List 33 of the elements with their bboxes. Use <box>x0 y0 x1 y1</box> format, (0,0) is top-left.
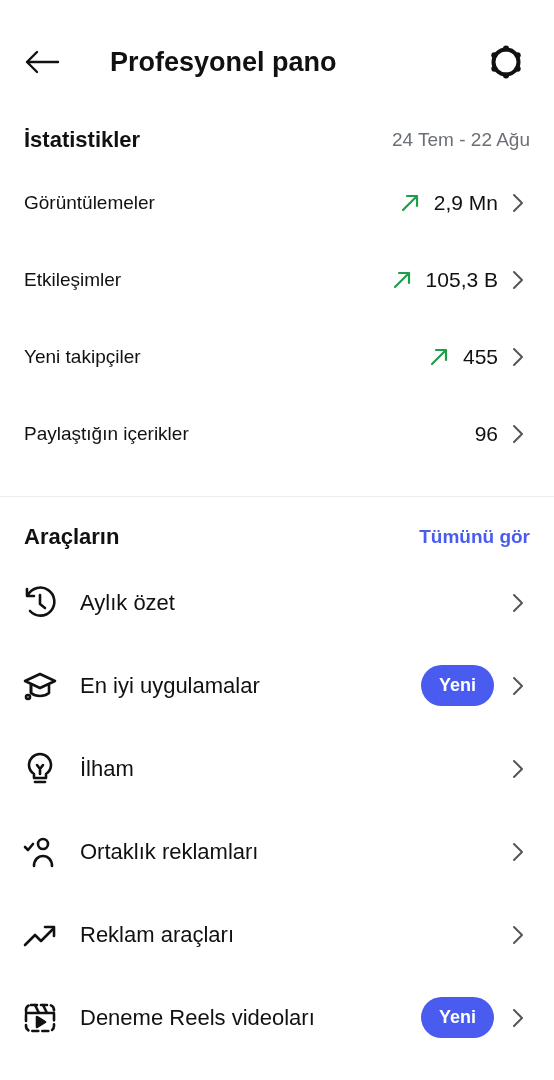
tool-label: En iyi uygulamalar <box>80 672 261 699</box>
stat-value: 455 <box>462 344 498 369</box>
back-icon[interactable] <box>24 50 60 74</box>
tool-label: Reklam araçları <box>80 921 236 948</box>
settings-icon[interactable] <box>488 44 524 80</box>
chevron-icon[interactable] <box>512 592 524 613</box>
stat-value: 2,9 Mn <box>433 190 498 215</box>
new-badge: Yeni <box>420 997 494 1038</box>
chevron-icon[interactable] <box>512 758 524 779</box>
stat-label: Yeni takipçiler <box>24 345 142 368</box>
tool-label: Ortaklık reklamları <box>80 838 260 865</box>
stat-label: Paylaştığın içerikler <box>24 422 190 445</box>
chevron-icon[interactable] <box>512 269 524 290</box>
tool-label: Aylık özet <box>80 589 176 616</box>
stat-value: 96 <box>474 421 498 446</box>
chevron-icon[interactable] <box>512 924 524 945</box>
see-all-link[interactable]: Tümünü gör <box>419 526 530 548</box>
chevron-icon[interactable] <box>512 192 524 213</box>
tool-label: Deneme Reels videoları <box>80 1004 316 1031</box>
stat-label: Etkileşimler <box>24 268 123 291</box>
stat-label: Görüntülemeler <box>24 191 156 214</box>
chevron-icon[interactable] <box>512 423 524 444</box>
chevron-icon[interactable] <box>512 1007 524 1028</box>
stat-value: 105,3 B <box>425 267 498 292</box>
new-badge: Yeni <box>420 665 494 706</box>
chevron-icon[interactable] <box>512 841 524 862</box>
chevron-icon[interactable] <box>512 346 524 367</box>
section-title: İstatistikler <box>24 127 141 153</box>
page-title: Profesyonel pano <box>110 46 338 78</box>
date-range: 24 Tem - 22 Ağu <box>391 129 530 151</box>
chevron-icon[interactable] <box>512 675 524 696</box>
section-title: Araçların <box>24 524 120 550</box>
tool-label: İlham <box>80 755 135 782</box>
